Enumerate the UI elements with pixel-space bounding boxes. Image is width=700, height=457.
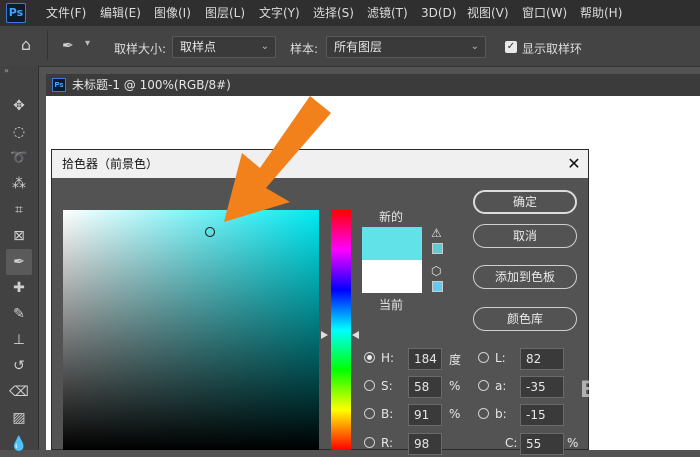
baidu-watermark-sub: jingyan.baidu.com xyxy=(590,400,683,411)
